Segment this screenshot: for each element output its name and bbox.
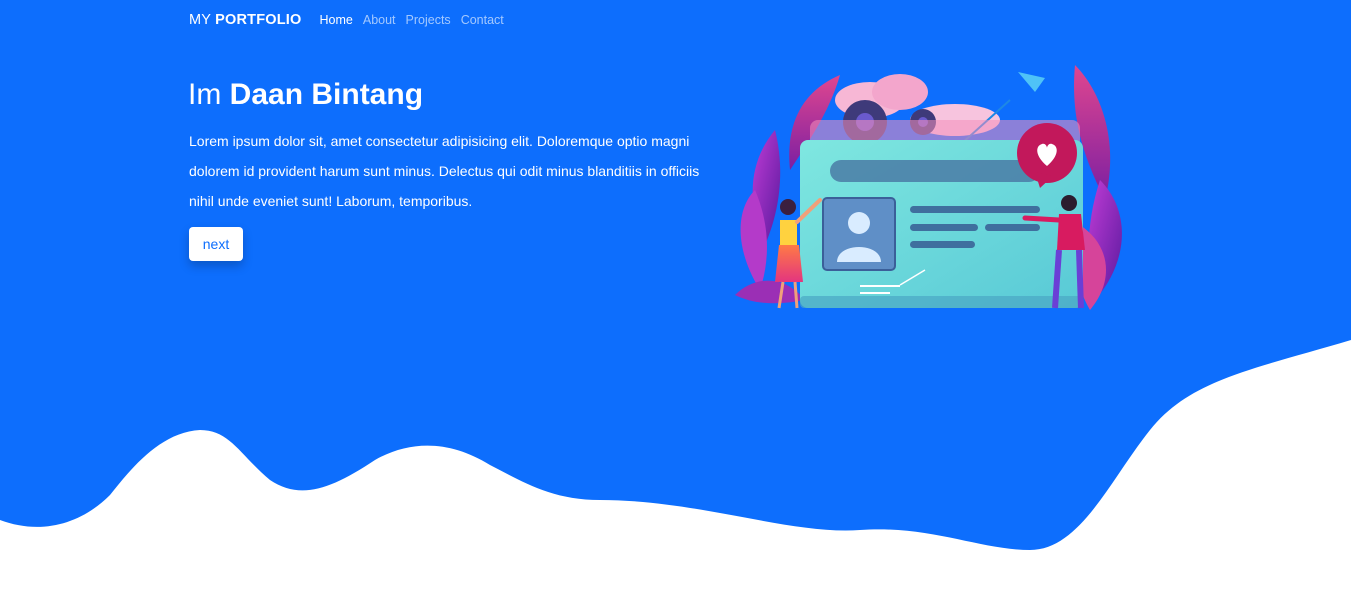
nav-link-projects[interactable]: Projects xyxy=(406,13,451,27)
navbar: MY PORTFOLIO Home About Projects Contact xyxy=(189,11,514,29)
nav-link-about[interactable]: About xyxy=(363,13,396,27)
nav-link-contact[interactable]: Contact xyxy=(461,13,504,27)
hero-title: Im Daan Bintang xyxy=(188,78,423,112)
hero-title-name: Daan Bintang xyxy=(229,78,424,111)
brand-logo[interactable]: MY PORTFOLIO xyxy=(189,12,302,28)
hero-title-prefix: Im xyxy=(188,78,222,111)
nav-link-home[interactable]: Home xyxy=(320,13,353,27)
next-button[interactable]: next xyxy=(189,227,243,261)
profile-card-illustration xyxy=(735,65,1122,310)
brand-strong: PORTFOLIO xyxy=(215,12,302,28)
user-avatar-icon xyxy=(822,197,896,271)
hero-description: Lorem ipsum dolor sit, amet consectetur … xyxy=(189,133,700,209)
brand-prefix: MY xyxy=(189,12,211,28)
